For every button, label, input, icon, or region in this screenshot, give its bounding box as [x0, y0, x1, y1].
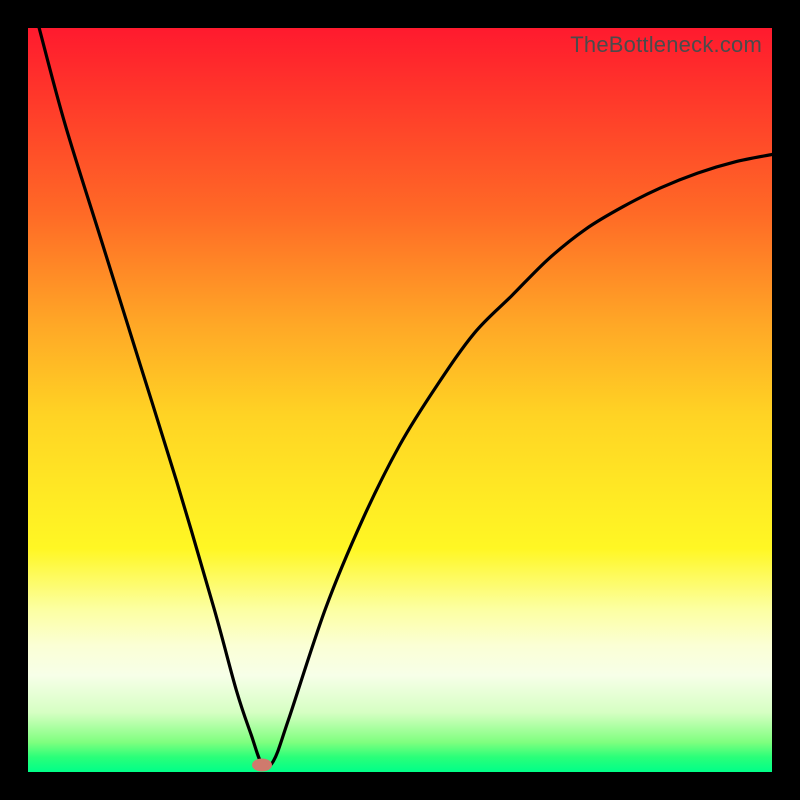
- plot-area: TheBottleneck.com: [28, 28, 772, 772]
- minimum-marker: [252, 758, 272, 771]
- chart-frame: TheBottleneck.com: [0, 0, 800, 800]
- bottleneck-curve-path: [39, 28, 772, 767]
- curve-svg: [28, 28, 772, 772]
